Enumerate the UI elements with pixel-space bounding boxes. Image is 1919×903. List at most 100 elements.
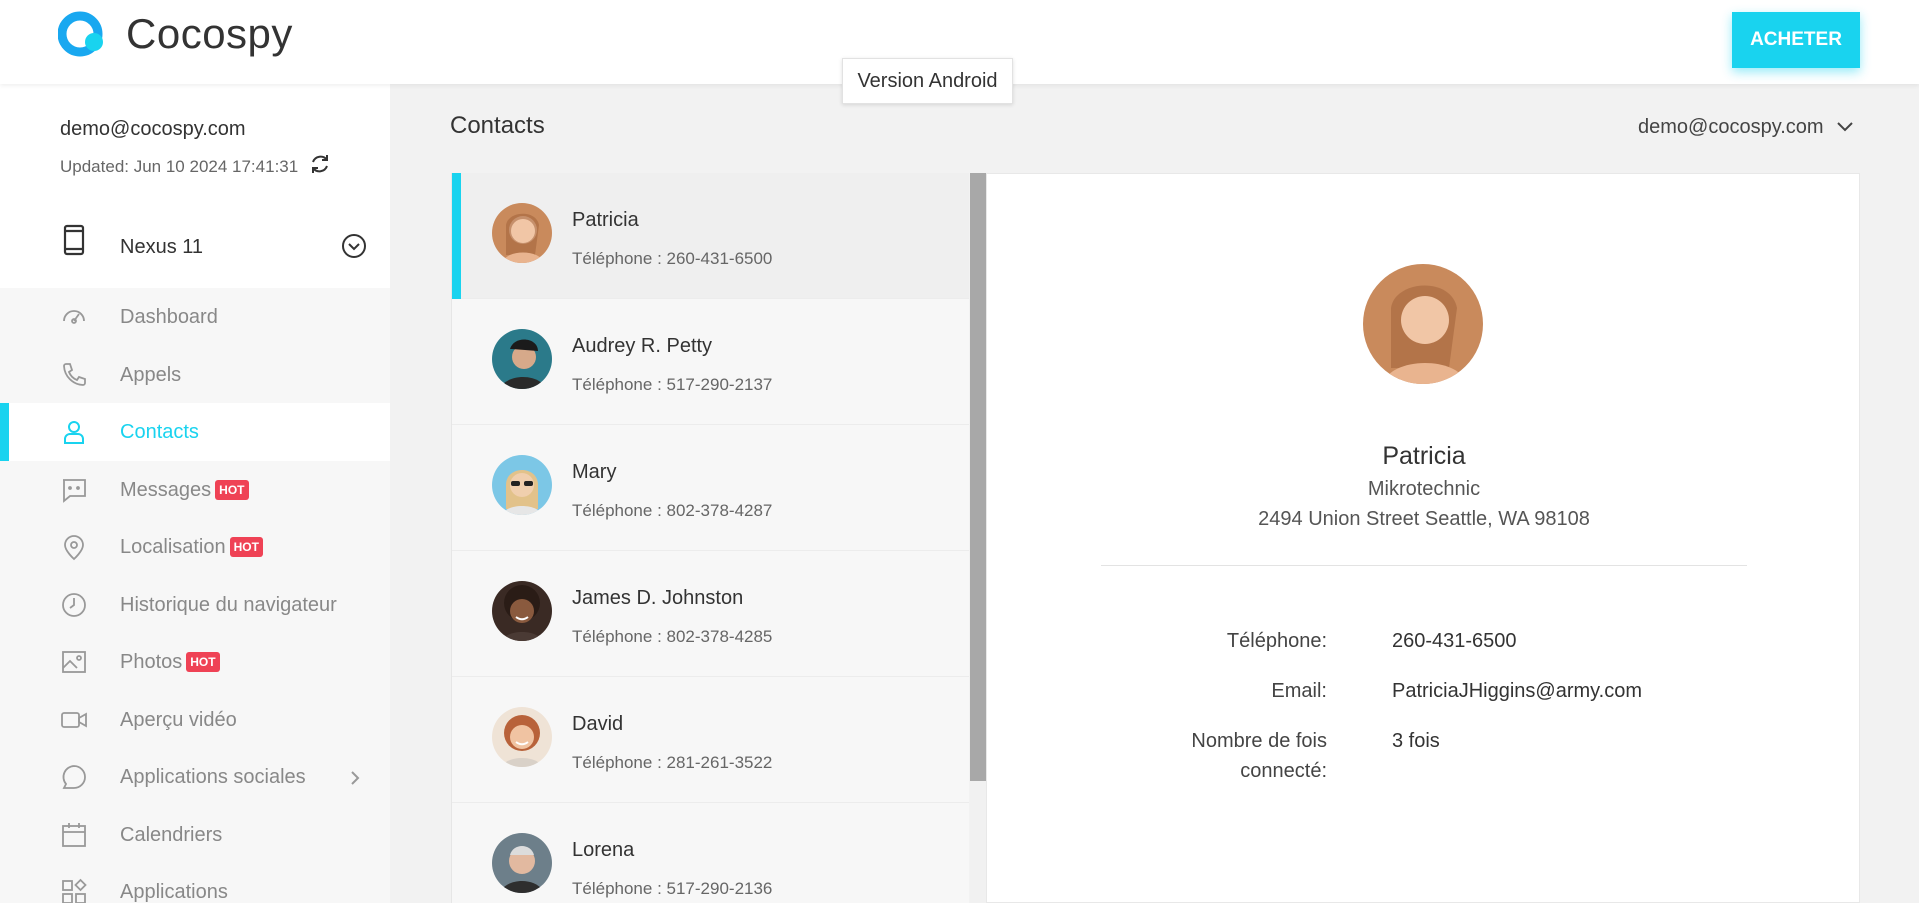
last-updated-text: Updated: Jun 10 2024 17:41:31 xyxy=(60,156,299,176)
location-pin-icon xyxy=(60,533,88,561)
user-icon xyxy=(60,418,88,446)
app-name: Cocospy xyxy=(126,10,293,57)
sidebar-item-label: Dashboard xyxy=(120,306,218,328)
sidebar-item-historique[interactable]: Historique du navigateur xyxy=(0,576,390,634)
contact-name: Patricia xyxy=(572,209,639,231)
contact-phone: Téléphone : 517-290-2136 xyxy=(572,879,773,898)
avatar xyxy=(492,203,552,263)
contact-name: David xyxy=(572,713,624,735)
logo[interactable]: Cocospy xyxy=(57,10,293,58)
contact-item[interactable]: Audrey R. Petty Téléphone : 517-290-2137 xyxy=(452,299,969,425)
sidebar: demo@cocospy.com Updated: Jun 10 2024 17… xyxy=(0,84,390,903)
hot-badge: HOT xyxy=(186,652,220,672)
login-count-value: 3 fois xyxy=(1392,730,1440,752)
last-updated: Updated: Jun 10 2024 17:41:31 xyxy=(60,152,332,181)
cocospy-logo-icon xyxy=(57,10,112,58)
avatar xyxy=(492,455,552,515)
sidebar-item-label: Localisation HOT xyxy=(120,536,263,559)
sidebar-item-applications-sociales[interactable]: Applications sociales xyxy=(0,748,390,806)
sidebar-item-label: Messages HOT xyxy=(120,479,249,502)
sidebar-nav: Dashboard Appels Contacts Messages HOT Lo… xyxy=(0,288,390,903)
sidebar-item-label: Contacts xyxy=(120,421,199,443)
contact-item[interactable]: David Téléphone : 281-261-3522 xyxy=(452,677,969,803)
message-icon xyxy=(60,476,88,504)
sidebar-item-text: Photos xyxy=(120,651,183,673)
hot-badge: HOT xyxy=(215,479,249,500)
sidebar-item-text: Messages xyxy=(120,478,212,501)
contact-item[interactable]: James D. Johnston Téléphone : 802-378-42… xyxy=(452,551,969,677)
sidebar-item-label: Aperçu vidéo xyxy=(120,708,237,731)
sidebar-item-text: Localisation xyxy=(120,536,226,558)
clock-icon xyxy=(60,591,88,619)
hot-badge: HOT xyxy=(229,537,263,557)
scrollbar-thumb[interactable] xyxy=(970,173,986,781)
sidebar-item-messages[interactable]: Messages HOT xyxy=(0,461,390,519)
divider xyxy=(1101,565,1747,566)
contact-name: Lorena xyxy=(572,839,635,861)
refresh-icon[interactable] xyxy=(308,152,332,181)
avatar xyxy=(492,329,552,389)
phone-device-icon xyxy=(62,224,86,261)
contact-item[interactable]: Lorena Téléphone : 517-290-2136 xyxy=(452,803,969,903)
avatar xyxy=(492,833,552,893)
account-dropdown-label: demo@cocospy.com xyxy=(1638,116,1824,138)
image-icon xyxy=(60,648,88,676)
contact-phone: Téléphone : 802-378-4287 xyxy=(572,501,773,520)
sidebar-item-appels[interactable]: Appels xyxy=(0,346,390,404)
sidebar-item-label: Applications xyxy=(120,881,228,903)
device-selector[interactable]: Nexus 11 xyxy=(0,204,390,288)
sidebar-item-localisation[interactable]: Localisation HOT xyxy=(0,518,390,576)
contact-name: Mary xyxy=(572,461,617,483)
contact-phone: Téléphone : 802-378-4285 xyxy=(572,627,773,646)
contact-name: Audrey R. Petty xyxy=(572,335,713,357)
contact-detail-name: Patricia xyxy=(1382,442,1466,470)
dashboard-icon xyxy=(60,303,88,331)
sidebar-item-dashboard[interactable]: Dashboard xyxy=(0,288,390,346)
sidebar-item-apercu-video[interactable]: Aperçu vidéo xyxy=(0,691,390,749)
sidebar-item-photos[interactable]: Photos HOT xyxy=(0,633,390,691)
chevron-down-icon xyxy=(1836,116,1854,139)
contact-detail-company: Mikrotechnic xyxy=(1367,478,1481,500)
apps-grid-icon xyxy=(60,878,88,903)
account-dropdown[interactable]: demo@cocospy.com xyxy=(1638,116,1854,139)
login-count-label: Nombre de fois connecté: xyxy=(1137,726,1327,786)
login-count-label-line2: connecté: xyxy=(1240,760,1327,782)
phone-icon xyxy=(60,361,88,389)
page-title: Contacts xyxy=(450,112,545,139)
video-icon xyxy=(60,706,88,734)
email-label: Email: xyxy=(1271,680,1327,702)
contact-list: Patricia Téléphone : 260-431-6500 Audrey… xyxy=(451,173,969,903)
contact-detail-avatar xyxy=(1363,264,1483,384)
sidebar-item-contacts[interactable]: Contacts xyxy=(0,403,390,461)
sidebar-item-calendriers[interactable]: Calendriers xyxy=(0,806,390,864)
contact-item[interactable]: Mary Téléphone : 802-378-4287 xyxy=(452,425,969,551)
phone-value: 260-431-6500 xyxy=(1392,630,1517,652)
sidebar-item-label: Photos HOT xyxy=(120,651,220,674)
calendar-icon xyxy=(60,821,88,849)
chat-bubble-icon xyxy=(60,763,88,791)
contact-item[interactable]: Patricia Téléphone : 260-431-6500 xyxy=(452,173,969,299)
device-name: Nexus 11 xyxy=(120,236,204,258)
sidebar-item-label: Appels xyxy=(120,363,182,386)
sidebar-item-label: Calendriers xyxy=(120,823,223,846)
contact-phone: Téléphone : 281-261-3522 xyxy=(572,753,773,772)
phone-label: Téléphone: xyxy=(1226,630,1327,652)
avatar xyxy=(492,581,552,641)
account-panel: demo@cocospy.com Updated: Jun 10 2024 17… xyxy=(0,84,390,288)
email-value: PatriciaJHiggins@army.com xyxy=(1392,680,1642,702)
contact-detail-address: 2494 Union Street Seattle, WA 98108 xyxy=(1258,508,1590,530)
login-count-label-line1: Nombre de fois xyxy=(1191,730,1327,752)
sidebar-item-label: Applications sociales xyxy=(120,766,306,788)
chevron-right-icon xyxy=(348,768,362,794)
buy-button[interactable]: ACHETER xyxy=(1732,12,1860,68)
contact-detail-panel: Patricia Mikrotechnic 2494 Union Street … xyxy=(986,173,1860,903)
contact-phone: Téléphone : 517-290-2137 xyxy=(572,375,773,394)
chevron-down-circle-icon[interactable] xyxy=(340,232,368,265)
contact-phone: Téléphone : 260-431-6500 xyxy=(572,249,773,268)
avatar xyxy=(492,707,552,767)
version-tooltip: Version Android xyxy=(842,58,1013,104)
contact-name: James D. Johnston xyxy=(572,587,744,609)
sidebar-item-applications[interactable]: Applications xyxy=(0,863,390,903)
sidebar-item-label: Historique du navigateur xyxy=(120,593,337,616)
account-email: demo@cocospy.com xyxy=(60,118,246,140)
